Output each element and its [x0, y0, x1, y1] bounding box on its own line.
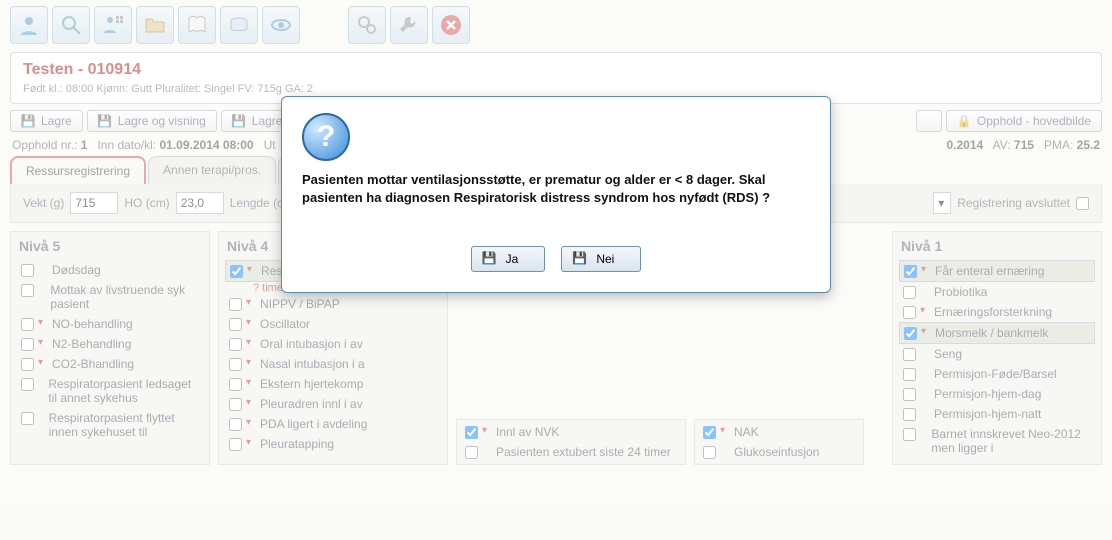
confirm-dialog: ? Pasienten mottar ventilasjonsstøtte, e…	[281, 96, 831, 293]
save-icon: 💾	[482, 251, 498, 267]
question-icon: ?	[302, 113, 350, 161]
nei-label: Nei	[596, 252, 614, 266]
ja-label: Ja	[506, 252, 519, 266]
ja-button[interactable]: 💾 Ja	[471, 246, 546, 272]
modal-overlay: ? Pasienten mottar ventilasjonsstøtte, e…	[0, 0, 1112, 540]
nei-button[interactable]: 💾 Nei	[561, 246, 641, 272]
save-icon: 💾	[572, 251, 588, 267]
dialog-text: Pasienten mottar ventilasjonsstøtte, er …	[302, 171, 810, 206]
